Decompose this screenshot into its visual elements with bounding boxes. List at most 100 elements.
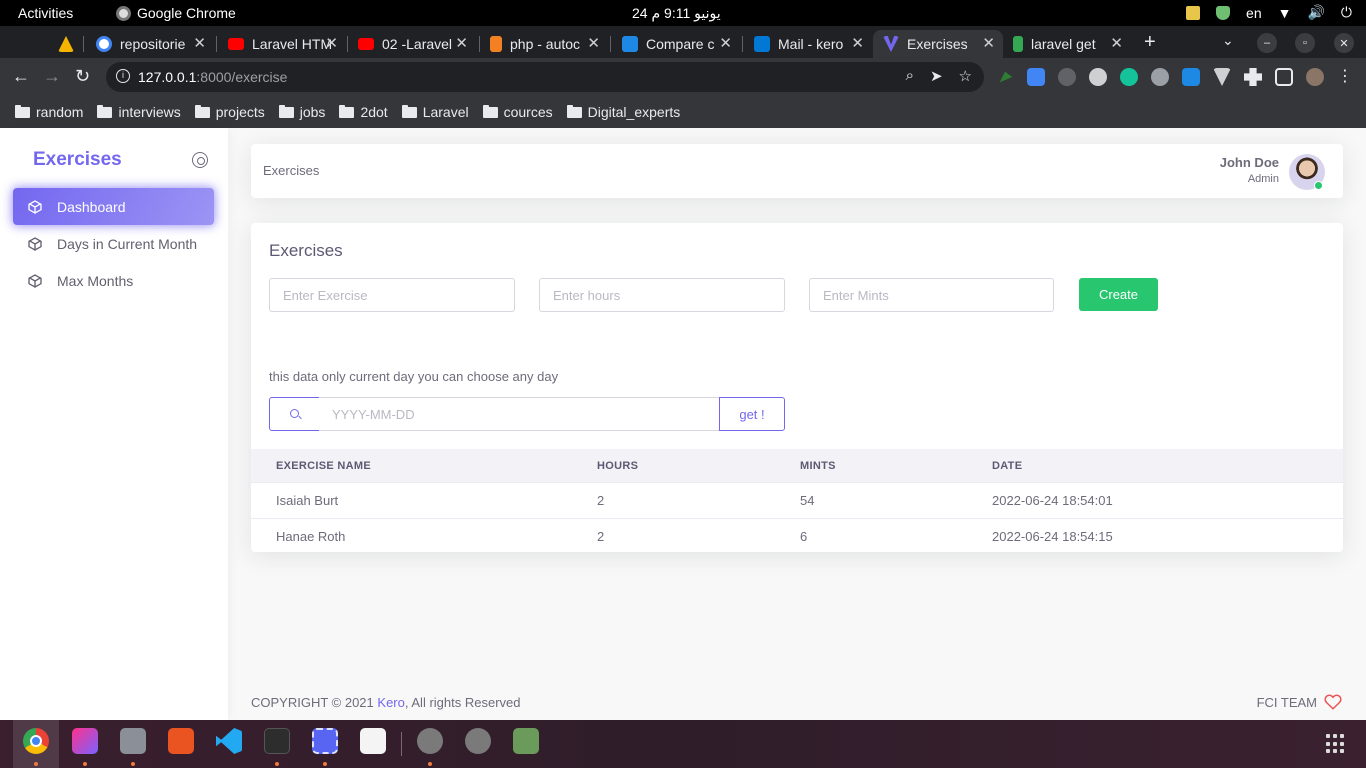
tab-2[interactable]: Laravel HTM ✕ bbox=[218, 30, 346, 58]
kebab-menu-icon[interactable]: ⋮ bbox=[1337, 68, 1353, 86]
cube-icon bbox=[28, 273, 42, 288]
maximize-button[interactable]: ▫ bbox=[1295, 33, 1315, 53]
software-center-icon[interactable] bbox=[168, 728, 194, 754]
trash-icon[interactable] bbox=[513, 728, 539, 754]
column-header[interactable]: HOURS bbox=[597, 460, 638, 472]
hours-input[interactable] bbox=[539, 278, 785, 312]
close-icon[interactable]: ✕ bbox=[1110, 34, 1123, 52]
back-icon[interactable]: ← bbox=[12, 66, 30, 87]
folder-icon bbox=[339, 104, 355, 118]
info-icon[interactable]: i bbox=[116, 69, 130, 83]
bookmark-folder[interactable]: random bbox=[15, 104, 83, 120]
vue-devtools-icon[interactable] bbox=[1213, 68, 1231, 86]
profile-avatar[interactable] bbox=[1306, 68, 1324, 86]
brand-logo[interactable]: Exercises bbox=[33, 149, 122, 171]
folder-icon bbox=[278, 104, 294, 118]
user-name[interactable]: John Doe bbox=[1220, 155, 1279, 170]
vuexy-icon bbox=[883, 36, 899, 52]
text-editor-icon[interactable] bbox=[360, 728, 386, 754]
files-icon[interactable] bbox=[120, 728, 146, 754]
column-header[interactable]: EXERCISE NAME bbox=[276, 460, 371, 472]
extension-icon[interactable] bbox=[1182, 68, 1200, 86]
puzzle-icon[interactable] bbox=[1244, 68, 1262, 86]
tab-4[interactable]: php - autoc ✕ bbox=[480, 30, 608, 58]
bookmark-folder[interactable]: Digital_experts bbox=[566, 104, 680, 120]
gear-icon[interactable] bbox=[1089, 68, 1107, 86]
notes-icon[interactable] bbox=[1186, 5, 1201, 20]
column-header[interactable]: DATE bbox=[992, 460, 1022, 472]
sidebar-item-max-months[interactable]: Max Months bbox=[13, 262, 214, 299]
close-icon[interactable]: ✕ bbox=[719, 34, 732, 52]
extension-icon[interactable] bbox=[999, 71, 1013, 83]
screenshot-icon[interactable] bbox=[312, 728, 338, 754]
column-header[interactable]: MINTS bbox=[800, 460, 836, 472]
bookmark-folder[interactable]: 2dot bbox=[339, 104, 388, 120]
url-text[interactable]: 127.0.0.1:8000/exercise bbox=[138, 69, 287, 85]
kero-link[interactable]: Kero bbox=[377, 695, 404, 710]
date-input[interactable] bbox=[319, 397, 720, 431]
vscode-icon[interactable] bbox=[216, 728, 242, 754]
sidebar: Exercises Dashboard Days in Current Mont… bbox=[0, 128, 228, 720]
star-icon[interactable]: ☆ bbox=[959, 67, 972, 85]
close-icon[interactable]: ✕ bbox=[982, 34, 995, 52]
reload-icon[interactable]: ↻ bbox=[75, 66, 90, 87]
running-indicator bbox=[323, 762, 327, 766]
extension-icon[interactable] bbox=[1151, 68, 1169, 86]
wifi-icon[interactable]: ▼ bbox=[1278, 5, 1292, 21]
tab-0[interactable] bbox=[48, 30, 78, 58]
get-button[interactable]: get ! bbox=[719, 397, 785, 431]
breadcrumb: Exercises bbox=[263, 163, 320, 178]
tab-8[interactable]: laravel get ✕ bbox=[1003, 30, 1131, 58]
tab-7-active[interactable]: Exercises ✕ bbox=[873, 30, 1003, 58]
sidebar-item-days-in-current-month[interactable]: Days in Current Month bbox=[13, 225, 214, 262]
create-button[interactable]: Create bbox=[1079, 278, 1158, 311]
clock[interactable]: 24 يونيو 9:11 م bbox=[632, 5, 721, 22]
browser-toolbar: ← → ↻ i 127.0.0.1:8000/exercise ⌕ ➤ ☆ ⋮ bbox=[0, 58, 1366, 96]
chevron-down-icon[interactable]: ⌄ bbox=[1222, 32, 1234, 49]
activities-button[interactable]: Activities bbox=[18, 5, 73, 21]
translate-icon[interactable] bbox=[1027, 68, 1045, 86]
extension-icon[interactable] bbox=[1058, 68, 1076, 86]
phpstorm-icon[interactable] bbox=[72, 728, 98, 754]
exercise-input[interactable] bbox=[269, 278, 515, 312]
bookmark-folder[interactable]: Laravel bbox=[401, 104, 469, 120]
disk-icon[interactable] bbox=[465, 728, 491, 754]
show-apps-grid-icon[interactable] bbox=[1326, 734, 1346, 754]
system-top-bar: Activities Google Chrome 24 يونيو 9:11 م… bbox=[0, 0, 1366, 26]
tab-5[interactable]: Compare c ✕ bbox=[612, 30, 740, 58]
bookmark-folder[interactable]: projects bbox=[194, 104, 265, 120]
forward-icon[interactable]: → bbox=[43, 66, 61, 87]
new-tab-button[interactable]: + bbox=[1144, 31, 1156, 54]
bookmark-folder[interactable]: interviews bbox=[97, 104, 181, 120]
rs-icon bbox=[622, 36, 638, 52]
collapse-toggle-icon[interactable] bbox=[192, 152, 208, 168]
grammarly-icon[interactable] bbox=[1120, 68, 1138, 86]
side-panel-icon[interactable] bbox=[1275, 68, 1293, 86]
mints-input[interactable] bbox=[809, 278, 1054, 312]
shield-icon[interactable] bbox=[1216, 5, 1231, 20]
copyright-text: COPYRIGHT © 2021 Kero, All rights Reserv… bbox=[251, 695, 520, 710]
bookmark-folder[interactable]: cources bbox=[482, 104, 553, 120]
sidebar-item-dashboard[interactable]: Dashboard bbox=[13, 188, 214, 225]
system-tray[interactable]: en ▼ 🔊 ⏻ bbox=[1186, 4, 1352, 21]
app-menu[interactable]: Google Chrome bbox=[116, 5, 236, 21]
tab-3[interactable]: 02 -Laravel ✕ bbox=[348, 30, 476, 58]
close-icon[interactable]: ✕ bbox=[455, 34, 468, 52]
close-icon[interactable]: ✕ bbox=[193, 34, 206, 52]
close-icon[interactable]: ✕ bbox=[851, 34, 864, 52]
volume-icon[interactable]: 🔊 bbox=[1307, 4, 1324, 21]
disk-icon[interactable] bbox=[417, 728, 443, 754]
tab-1[interactable]: repositorie ✕ bbox=[86, 30, 214, 58]
minimize-button[interactable]: – bbox=[1257, 33, 1277, 53]
terminal-icon[interactable] bbox=[264, 728, 290, 754]
bookmark-folder[interactable]: jobs bbox=[278, 104, 325, 120]
send-icon[interactable]: ➤ bbox=[930, 67, 943, 85]
close-icon[interactable]: ✕ bbox=[587, 34, 600, 52]
close-icon[interactable]: ✕ bbox=[325, 34, 338, 52]
address-bar[interactable]: i 127.0.0.1:8000/exercise ⌕ ➤ ☆ bbox=[106, 62, 984, 92]
tab-6[interactable]: Mail - kero ✕ bbox=[744, 30, 872, 58]
close-window-button[interactable]: ✕ bbox=[1334, 33, 1354, 53]
zoom-icon[interactable]: ⌕ bbox=[906, 67, 914, 85]
language-indicator[interactable]: en bbox=[1246, 5, 1262, 21]
power-icon[interactable]: ⏻ bbox=[1341, 4, 1352, 21]
